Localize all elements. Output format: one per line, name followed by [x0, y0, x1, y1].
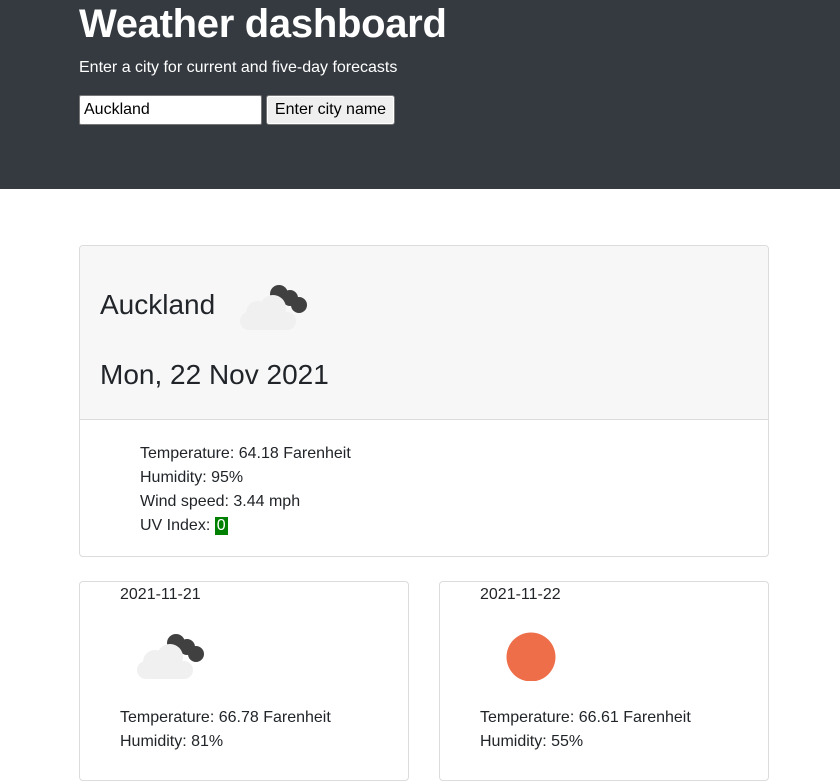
forecast-humidity: Humidity: 81% — [120, 733, 224, 750]
current-wind-speed: Wind speed: 3.44 mph — [140, 493, 301, 510]
page-title: Weather dashboard — [79, 2, 447, 46]
forecast-humidity: Humidity: 55% — [480, 733, 584, 750]
city-search-input[interactable] — [79, 95, 262, 125]
current-stats: Temperature: 64.18 Farenheit Humidity: 9… — [140, 442, 351, 538]
sun-icon — [506, 632, 556, 681]
forecast-date: 2021-11-22 — [480, 586, 561, 603]
current-humidity: Humidity: 95% — [140, 469, 244, 486]
page-header: Weather dashboard Enter a city for curre… — [0, 0, 840, 189]
uv-index-badge: 0 — [214, 517, 228, 535]
search-button[interactable]: Enter city name — [266, 95, 395, 125]
uv-index-label: UV Index: — [140, 517, 215, 534]
forecast-stats: Temperature: 66.61 Farenheit Humidity: 5… — [480, 706, 691, 754]
forecast-stats: Temperature: 66.78 Farenheit Humidity: 8… — [120, 706, 331, 754]
city-name: Auckland — [100, 289, 216, 320]
forecast-card: 2021-11-21 Temperature: 66.78 Farenheit … — [79, 581, 409, 781]
cloudy-icon — [240, 285, 307, 330]
current-uv-index: UV Index: 0 — [140, 514, 351, 538]
forecast-date: 2021-11-21 — [120, 586, 201, 603]
page-subtitle: Enter a city for current and five-day fo… — [79, 59, 398, 76]
current-weather-card: Auckland Mon, 22 Nov 2021 Temperature: 6… — [79, 245, 769, 557]
current-weather-header: Auckland Mon, 22 Nov 2021 — [80, 246, 768, 420]
current-date: Mon, 22 Nov 2021 — [100, 359, 329, 390]
forecast-card: 2021-11-22 Temperature: 66.61 Farenheit … — [439, 581, 769, 781]
forecast-temperature: Temperature: 66.78 Farenheit — [120, 709, 331, 726]
current-temperature: Temperature: 64.18 Farenheit — [140, 445, 351, 462]
cloudy-icon — [137, 634, 204, 679]
forecast-temperature: Temperature: 66.61 Farenheit — [480, 709, 691, 726]
